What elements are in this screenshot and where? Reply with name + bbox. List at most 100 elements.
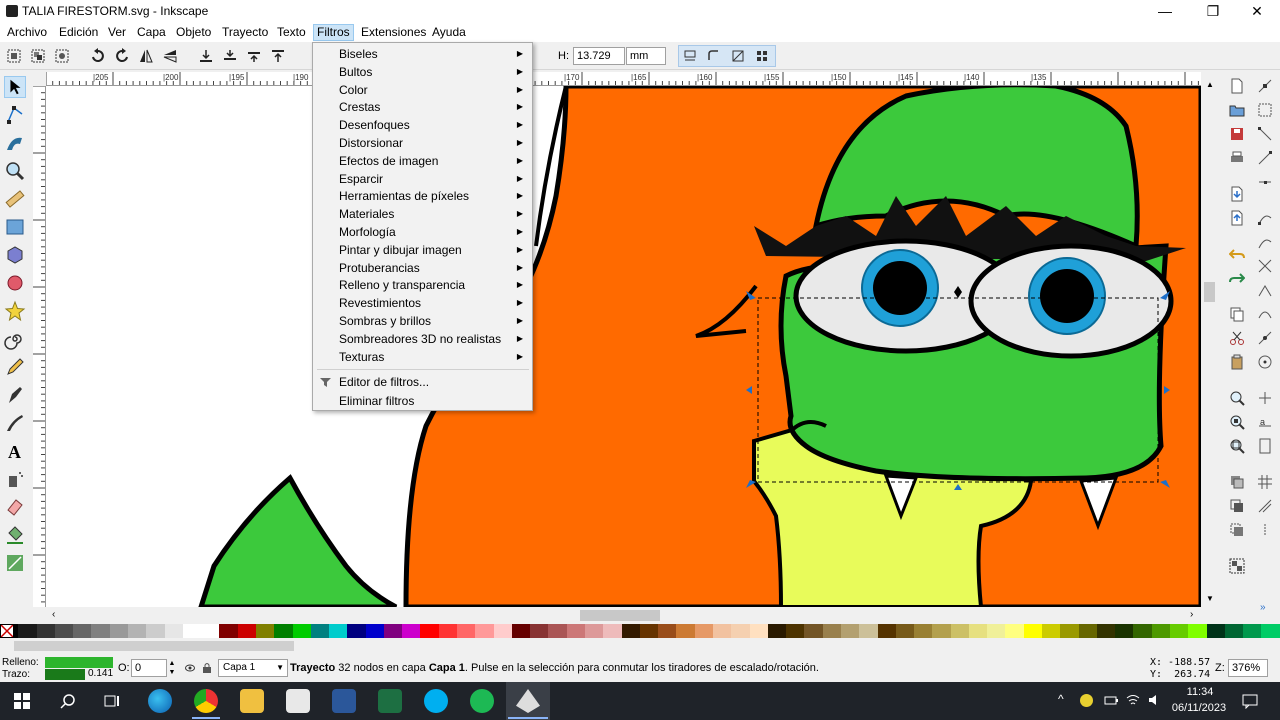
- palette-swatch[interactable]: [676, 624, 695, 638]
- snap-rotation-center-icon[interactable]: [1257, 390, 1273, 406]
- palette-swatch[interactable]: [1170, 624, 1189, 638]
- palette-swatch[interactable]: [895, 624, 915, 638]
- zoom-selection-icon[interactable]: [1229, 390, 1245, 406]
- select-all-layers-icon[interactable]: [30, 48, 46, 64]
- notifications-icon[interactable]: [1242, 693, 1258, 709]
- filters-menu-item[interactable]: Relleno y transparencia ▶: [314, 276, 531, 294]
- import-icon[interactable]: [1229, 186, 1245, 202]
- transform-gradients-icon[interactable]: [730, 48, 746, 64]
- palette-swatch[interactable]: [932, 624, 951, 638]
- palette-swatch[interactable]: [255, 624, 275, 638]
- taskbar-date[interactable]: 06/11/2023: [1166, 702, 1232, 714]
- tweak-tool-icon[interactable]: [4, 132, 26, 154]
- minimize-button[interactable]: —: [1142, 0, 1188, 22]
- group-icon[interactable]: [1229, 558, 1245, 574]
- measure-tool-icon[interactable]: [4, 188, 26, 210]
- filters-menu-item[interactable]: Revestimientos ▶: [314, 294, 531, 312]
- horizontal-scroll-thumb[interactable]: [580, 610, 660, 621]
- filters-menu-item[interactable]: Efectos de imagen ▶: [314, 152, 531, 170]
- excel-icon[interactable]: [378, 689, 402, 713]
- scale-stroke-icon[interactable]: [682, 48, 698, 64]
- windows-start-icon[interactable]: [14, 693, 30, 709]
- filters-menu-item[interactable]: Sombras y brillos ▶: [314, 312, 531, 330]
- spiral-tool-icon[interactable]: [4, 328, 26, 350]
- palette-swatch[interactable]: [383, 624, 403, 638]
- menu-capa[interactable]: Capa: [134, 24, 169, 41]
- menu-ayuda[interactable]: Ayuda: [429, 24, 469, 41]
- scroll-up-icon[interactable]: ▲: [1206, 80, 1214, 89]
- palette-swatch[interactable]: [1005, 624, 1024, 638]
- save-icon[interactable]: [1229, 126, 1245, 142]
- print-icon[interactable]: [1229, 150, 1245, 166]
- palette-swatch[interactable]: [1206, 624, 1225, 638]
- eraser-tool-icon[interactable]: [4, 496, 26, 518]
- palette-swatch[interactable]: [1261, 624, 1280, 638]
- zoom-drawing-icon[interactable]: [1229, 414, 1245, 430]
- palette-swatch[interactable]: [457, 624, 476, 638]
- palette-swatch[interactable]: [54, 624, 74, 638]
- filters-menu-item[interactable]: Bultos ▶: [314, 63, 531, 81]
- palette-swatch[interactable]: [749, 624, 768, 638]
- menu-archivo[interactable]: Archivo: [4, 24, 50, 41]
- palette-swatch[interactable]: [1115, 624, 1134, 638]
- palette-swatch[interactable]: [639, 624, 659, 638]
- palette-swatch[interactable]: [201, 624, 220, 638]
- palette-swatch[interactable]: [1151, 624, 1170, 638]
- tray-overflow-icon[interactable]: ^: [1058, 692, 1064, 706]
- palette-swatch[interactable]: [712, 624, 732, 638]
- palette-swatch[interactable]: [1023, 624, 1043, 638]
- drawing-canvas[interactable]: [46, 86, 1201, 607]
- stroke-swatch[interactable]: [45, 669, 85, 680]
- palette-swatch[interactable]: [731, 624, 750, 638]
- palette-swatch[interactable]: [822, 624, 841, 638]
- vertical-scrollbar[interactable]: ▲ ▼: [1201, 72, 1218, 607]
- palette-swatch[interactable]: [73, 624, 92, 638]
- stroke-width-value[interactable]: 0.141: [88, 668, 113, 679]
- menu-trayecto[interactable]: Trayecto: [219, 24, 271, 41]
- lower-bottom-icon[interactable]: [198, 48, 214, 64]
- palette-swatch[interactable]: [438, 624, 458, 638]
- palette-scroll-thumb[interactable]: [14, 641, 294, 651]
- palette-swatch[interactable]: [694, 624, 713, 638]
- menu-edicion[interactable]: Edición: [56, 24, 101, 41]
- character-drawing[interactable]: [46, 86, 1201, 607]
- select-all-icon[interactable]: [6, 48, 22, 64]
- deselect-icon[interactable]: [54, 48, 70, 64]
- pen-tool-icon[interactable]: [4, 384, 26, 406]
- palette-swatch[interactable]: [1078, 624, 1097, 638]
- scroll-left-icon[interactable]: ‹: [52, 609, 55, 620]
- palette-swatch[interactable]: [950, 624, 969, 638]
- search-icon[interactable]: [60, 693, 76, 709]
- rectangle-tool-icon[interactable]: [4, 216, 26, 238]
- vertical-scroll-thumb[interactable]: [1204, 282, 1215, 302]
- snap-smooth-icon[interactable]: [1257, 306, 1273, 322]
- edge-icon[interactable]: [148, 689, 172, 713]
- calligraphy-tool-icon[interactable]: [4, 412, 26, 434]
- opacity-spinner-icon[interactable]: ▲ ▼: [167, 659, 177, 677]
- palette-swatch[interactable]: [420, 624, 439, 638]
- snap-bbox-midpoint-icon[interactable]: [1257, 174, 1273, 190]
- snap-bbox-corner-icon[interactable]: [1257, 150, 1273, 166]
- star-tool-icon[interactable]: [4, 300, 26, 322]
- rotate-ccw-icon[interactable]: [90, 48, 106, 64]
- layer-lock-icon[interactable]: [202, 662, 212, 674]
- filters-menu-item[interactable]: Distorsionar ▶: [314, 134, 531, 152]
- palette-swatch[interactable]: [237, 624, 256, 638]
- transform-patterns-icon[interactable]: [754, 48, 770, 64]
- palette-swatch[interactable]: [877, 624, 896, 638]
- text-tool-icon[interactable]: A: [4, 440, 26, 462]
- snap-intersection-icon[interactable]: [1257, 258, 1273, 274]
- layer-visibility-icon[interactable]: [185, 663, 195, 673]
- palette-swatch[interactable]: [585, 624, 604, 638]
- palette-swatch[interactable]: [127, 624, 147, 638]
- scale-corners-icon[interactable]: [706, 48, 722, 64]
- palette-swatch[interactable]: [475, 624, 494, 638]
- palette-swatch[interactable]: [493, 624, 512, 638]
- palette-swatch[interactable]: [18, 624, 37, 638]
- battery-icon[interactable]: [1104, 693, 1118, 707]
- palette-swatch[interactable]: [219, 624, 238, 638]
- palette-swatch[interactable]: [603, 624, 622, 638]
- palette-swatch[interactable]: [1133, 624, 1152, 638]
- maximize-button[interactable]: ❐: [1190, 0, 1236, 22]
- ellipse-tool-icon[interactable]: [4, 272, 26, 294]
